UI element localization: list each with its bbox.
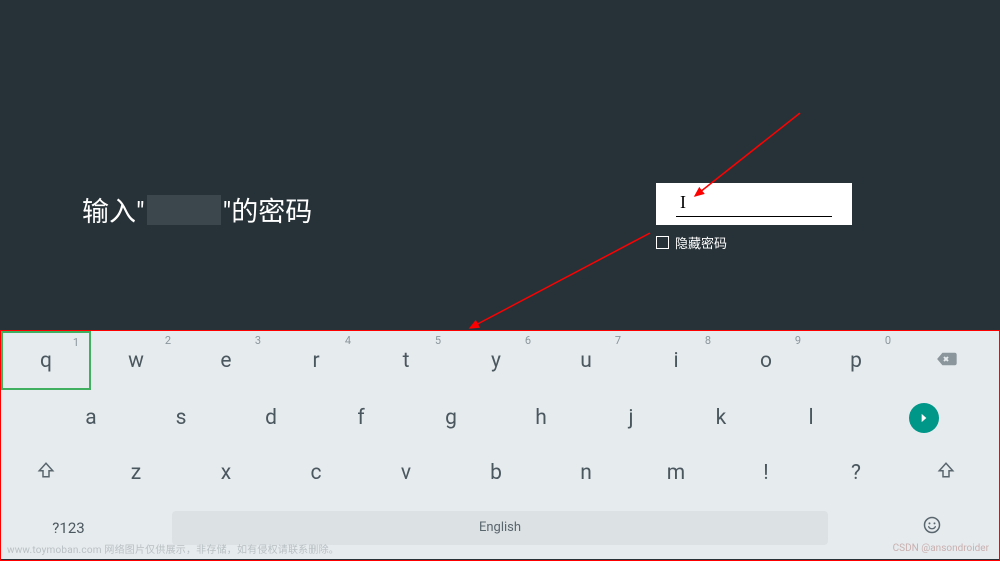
input-underline [676,216,832,217]
key-g[interactable]: g [406,390,496,445]
key-b[interactable]: b [451,445,541,500]
onscreen-keyboard: q 1 w 2 e 3 r 4 t 5 y 6 u 7 i 8 [1,331,999,559]
key-k[interactable]: k [676,390,766,445]
hide-password-checkbox[interactable]: 隐藏密码 [656,233,852,252]
key-shift-right[interactable] [901,445,991,500]
key-spacer-l2 [1,390,46,445]
key-y[interactable]: y 6 [451,331,541,390]
footer-disclaimer: www.toymoban.com 网络图片仅供展示，非存储，如有侵权请联系删除。 [7,541,339,556]
key-d[interactable]: d [226,390,316,445]
key-x[interactable]: x [181,445,271,500]
key-c[interactable]: c [271,445,361,500]
prompt-prefix: 输入" [82,190,145,229]
key-m[interactable]: m [631,445,721,500]
password-prompt: 输入" "的密码 [82,190,312,229]
key-i[interactable]: i 8 [631,331,721,390]
emoji-icon [922,515,942,541]
watermark: CSDN @ansondroider [893,543,989,554]
key-question[interactable]: ? [811,445,901,500]
annotation-arrow-2 [465,228,655,338]
key-u[interactable]: u 7 [541,331,631,390]
key-q[interactable]: q 1 [1,331,91,390]
ssid-redacted [147,195,221,225]
text-cursor: I [680,192,686,213]
key-enter[interactable] [856,390,991,445]
key-e[interactable]: e 3 [181,331,271,390]
shift-icon [937,461,955,485]
key-l[interactable]: l [766,390,856,445]
spacebar-label: English [172,511,827,545]
key-o[interactable]: o 9 [721,331,811,390]
key-w[interactable]: w 2 [91,331,181,390]
key-exclaim[interactable]: ! [721,445,811,500]
hide-password-label: 隐藏密码 [675,233,727,252]
shift-icon [37,461,55,485]
prompt-suffix: "的密码 [223,190,313,229]
key-p[interactable]: p 0 [811,331,901,390]
key-h[interactable]: h [496,390,586,445]
key-t[interactable]: t 5 [361,331,451,390]
backspace-icon [935,349,957,373]
key-v[interactable]: v [361,445,451,500]
key-f[interactable]: f [316,390,406,445]
password-input[interactable]: I [656,183,852,225]
key-shift-left[interactable] [1,445,91,500]
keyboard-border-annotation: q 1 w 2 e 3 r 4 t 5 y 6 u 7 i 8 [0,330,1000,561]
key-a[interactable]: a [46,390,136,445]
key-z[interactable]: z [91,445,181,500]
enter-icon [909,403,939,433]
key-s[interactable]: s [136,390,226,445]
key-r[interactable]: r 4 [271,331,361,390]
checkbox-icon [656,236,669,249]
key-n[interactable]: n [541,445,631,500]
key-backspace[interactable] [901,331,991,390]
key-j[interactable]: j [586,390,676,445]
